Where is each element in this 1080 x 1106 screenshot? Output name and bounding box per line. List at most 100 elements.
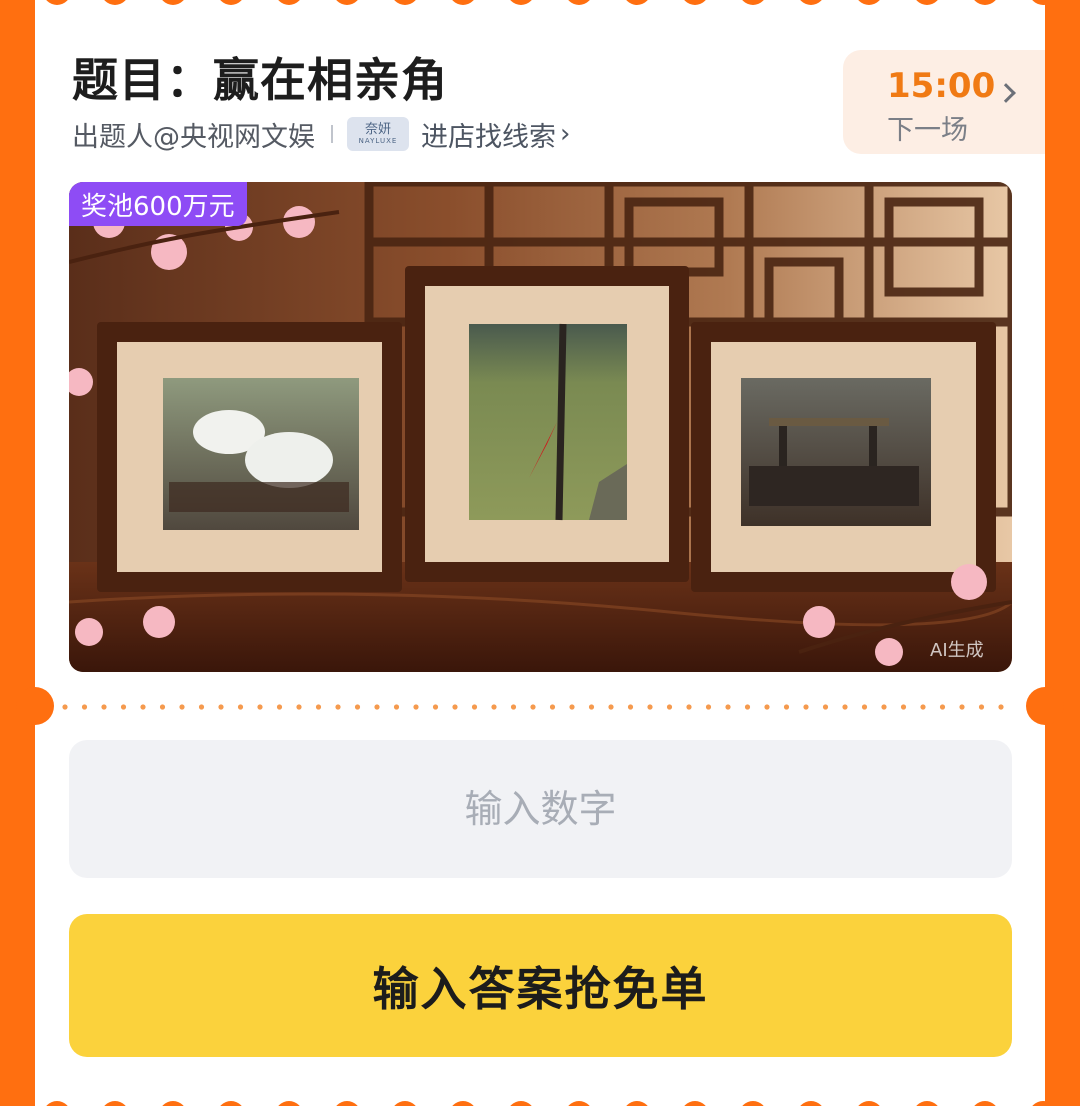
scallop-dot: [1032, 0, 1045, 5]
scallop-dot: [800, 1101, 822, 1106]
chevron-right-icon: ›: [560, 119, 571, 149]
perforation-dot: [705, 704, 712, 710]
perforation-dot: [276, 704, 283, 710]
scallop-dot: [626, 1101, 648, 1106]
scallop-dot: [220, 1101, 242, 1106]
perforation-dot: [569, 704, 575, 710]
perforation-dot: [413, 704, 419, 710]
perforation-dot: [530, 704, 536, 710]
scallop-dot: [974, 0, 996, 5]
perforation-dot: [335, 704, 341, 710]
perforation-dot: [647, 704, 653, 710]
scallop-dot: [394, 1101, 416, 1106]
perforation-dot: [861, 704, 868, 710]
perforation-dot: [257, 704, 263, 710]
perforation-dot: [959, 704, 965, 710]
perforation-dot: [588, 704, 595, 710]
scallop-dot: [336, 0, 358, 5]
perforation-dot: [725, 704, 731, 710]
perforation-dot: [608, 704, 614, 710]
perforation-dot: [393, 704, 400, 710]
perforation-dot: [666, 704, 673, 710]
perforation-dot: [179, 704, 185, 710]
hero-illustration: [69, 182, 1012, 672]
scallop-dot: [510, 1101, 532, 1106]
perforation-dot: [764, 704, 770, 710]
quiz-meta: 出题人@央视网文娱 奈妍 NAYLUXE 进店找线索 ›: [72, 114, 570, 154]
quiz-hero-image: [69, 182, 1012, 672]
perforation-dot: [939, 704, 946, 710]
perforation-dot: [296, 704, 302, 710]
ai-generated-mark: AI生成: [930, 640, 984, 661]
next-session-button[interactable]: 15:00 下一场: [843, 50, 1045, 154]
perforation-dot: [744, 704, 751, 710]
perforation-dot: [159, 704, 166, 710]
scallop-dot: [452, 1101, 474, 1106]
scallop-dot: [162, 1101, 184, 1106]
scallop-dot: [104, 1101, 126, 1106]
perforation-dot: [900, 704, 907, 710]
scallop-dot: [452, 0, 474, 5]
scallop-dot: [568, 0, 590, 5]
scallop-dot: [684, 1101, 706, 1106]
scallop-edge-top: [46, 0, 1045, 5]
store-link-label: 进店找线索: [421, 121, 556, 153]
scallop-dot: [626, 0, 648, 5]
scallop-dot: [858, 0, 880, 5]
perforation-dot: [842, 704, 848, 710]
scallop-dot: [278, 1101, 300, 1106]
submit-answer-button[interactable]: 输入答案抢免单: [69, 914, 1012, 1057]
perforation-dot: [783, 704, 790, 710]
perforation-dot: [920, 704, 926, 710]
prize-pool-badge: 奖池600万元: [69, 182, 247, 226]
scallop-dot: [46, 1101, 68, 1106]
next-session-time: 15:00: [887, 66, 996, 106]
ticket-notch-left: [16, 687, 54, 725]
perforation-dot: [452, 704, 458, 710]
scallop-dot: [46, 0, 68, 5]
scallop-dot: [568, 1101, 590, 1106]
perforation-dot: [198, 704, 205, 710]
scallop-dot: [742, 0, 764, 5]
perforation-dot: [998, 704, 1004, 710]
scallop-dot: [742, 1101, 764, 1106]
store-link[interactable]: 进店找线索 ›: [421, 115, 570, 154]
quiz-poster[interactable]: 出题人@央视网文娱: [72, 115, 315, 154]
scallop-dot: [336, 1101, 358, 1106]
scallop-dot: [1032, 1101, 1045, 1106]
perforation-dot: [471, 704, 478, 710]
scallop-dot: [800, 0, 822, 5]
perforation-dot: [822, 704, 829, 710]
scallop-dot: [684, 0, 706, 5]
perforation-dot: [218, 704, 224, 710]
perforation-line: [62, 704, 1004, 710]
scallop-dot: [220, 0, 242, 5]
perforation-dot: [978, 704, 985, 710]
perforation-dot: [686, 704, 692, 710]
perforation-dot: [101, 704, 107, 710]
brand-logo-cn: 奈妍: [364, 121, 391, 137]
quiz-title: 题目：赢在相亲角: [72, 53, 448, 107]
scallop-dot: [858, 1101, 880, 1106]
scallop-dot: [394, 0, 416, 5]
perforation-dot: [432, 704, 439, 710]
perforation-dot: [374, 704, 380, 710]
answer-input[interactable]: [69, 740, 1012, 878]
perforation-dot: [120, 704, 127, 710]
next-session-label: 下一场: [887, 115, 968, 146]
scallop-dot: [104, 0, 126, 5]
divider: [331, 125, 333, 143]
scallop-dot: [510, 0, 532, 5]
perforation-dot: [315, 704, 322, 710]
chevron-right-icon: [996, 83, 1016, 103]
perforation-dot: [510, 704, 517, 710]
brand-logo[interactable]: 奈妍 NAYLUXE: [347, 117, 409, 151]
perforation-dot: [140, 704, 146, 710]
scallop-edge-bottom: [46, 1101, 1045, 1106]
perforation-dot: [62, 704, 68, 710]
perforation-dot: [881, 704, 887, 710]
perforation-dot: [81, 704, 88, 710]
scallop-dot: [162, 0, 184, 5]
ticket-notch-right: [1026, 687, 1064, 725]
scallop-dot: [916, 1101, 938, 1106]
